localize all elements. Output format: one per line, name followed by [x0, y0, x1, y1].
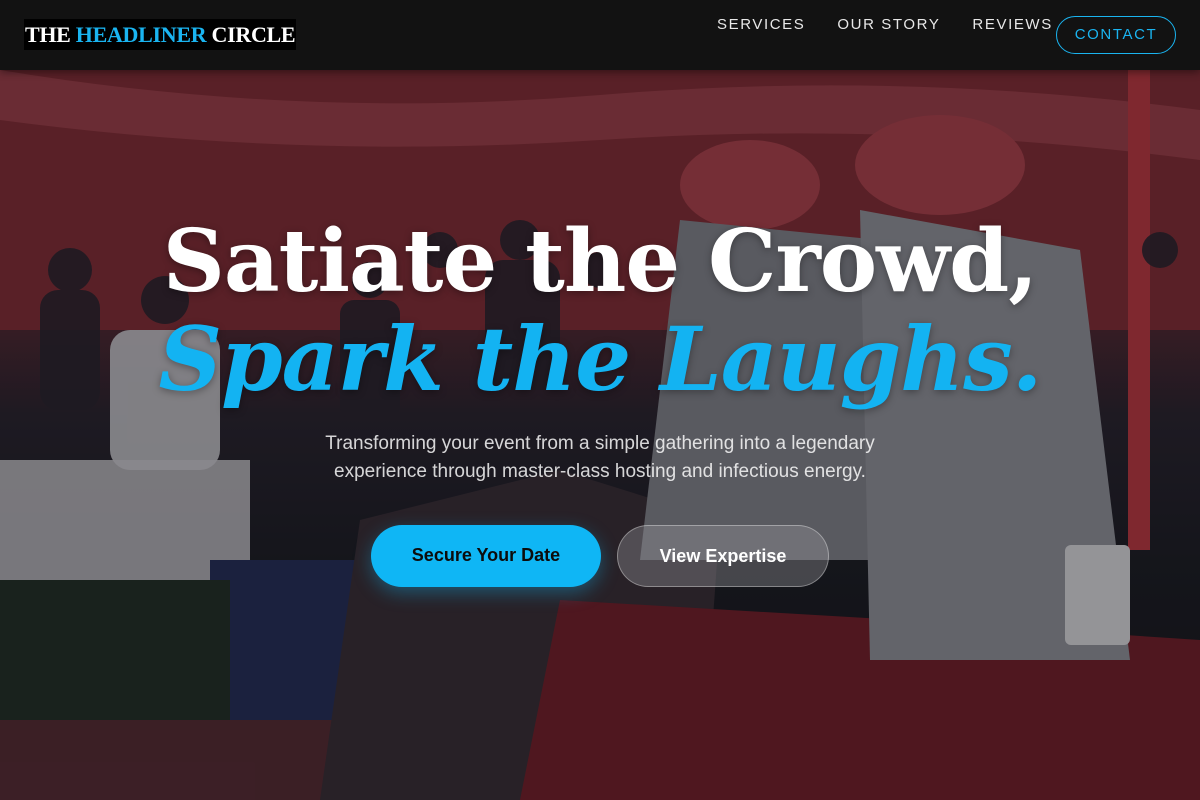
nav-link-our-story[interactable]: OUR STORY	[837, 16, 940, 33]
main-nav: SERVICES OUR STORY REVIEWS	[717, 16, 1085, 33]
site-logo[interactable]: THE HEADLINER CIRCLE	[24, 19, 297, 50]
logo-part-circle: CIRCLE	[206, 22, 296, 47]
logo-part-headliner: HEADLINER	[75, 22, 207, 47]
contact-button[interactable]: CONTACT	[1056, 16, 1176, 54]
view-expertise-button[interactable]: View Expertise	[617, 525, 829, 587]
hero-subtext: Transforming your event from a simple ga…	[325, 433, 875, 482]
hero-headline: Satiate the Crowd,	[162, 211, 1038, 312]
nav-link-services[interactable]: SERVICES	[717, 16, 805, 33]
logo-part-the: THE	[25, 22, 76, 47]
nav-link-reviews[interactable]: REVIEWS	[972, 16, 1052, 33]
secure-your-date-button[interactable]: Secure Your Date	[371, 525, 601, 587]
hero-headline-accent: Spark the Laughs.	[158, 307, 1043, 411]
navbar: THE HEADLINER CIRCLE SERVICES OUR STORY …	[0, 0, 1200, 70]
